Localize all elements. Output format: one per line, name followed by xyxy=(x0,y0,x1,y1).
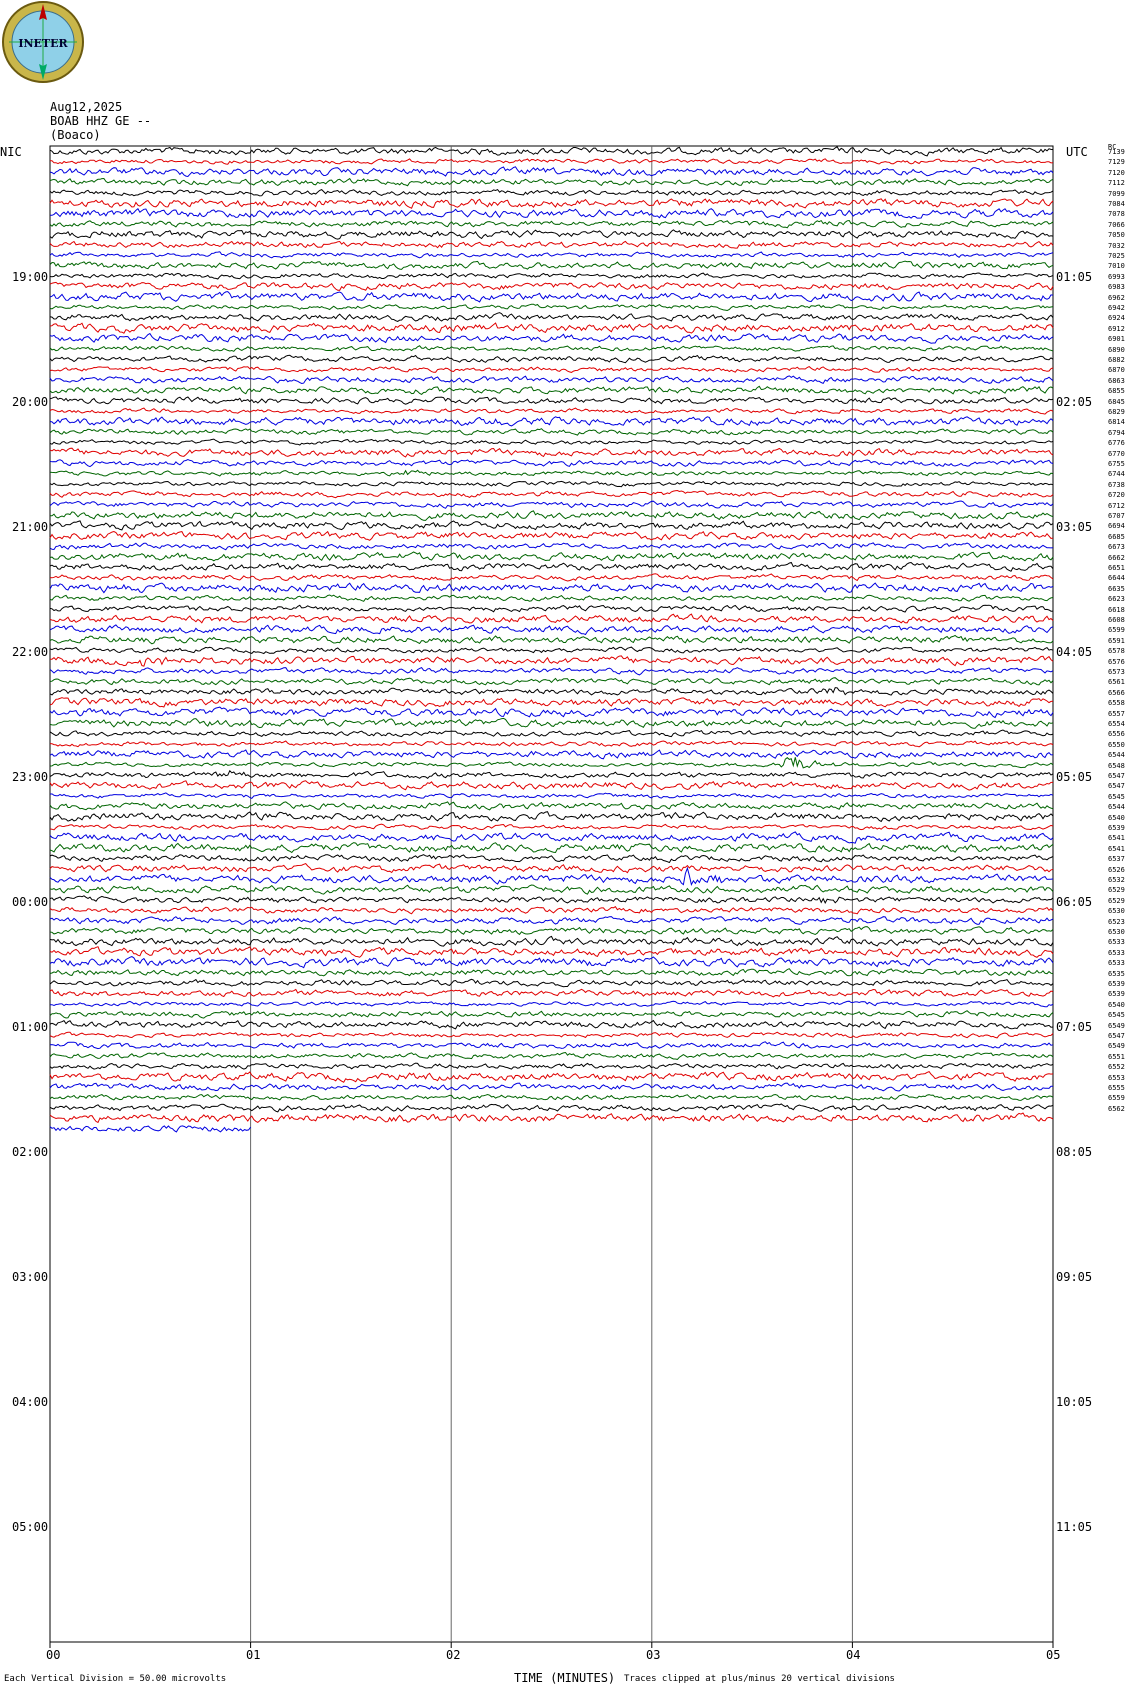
trace-row xyxy=(49,646,1054,655)
trace-row xyxy=(49,792,1054,800)
trace-row xyxy=(49,489,1054,499)
trace-row xyxy=(49,1000,1054,1008)
trace-row xyxy=(49,666,1054,676)
trace-row xyxy=(49,1062,1054,1070)
trace-row xyxy=(49,469,1054,477)
trace-row xyxy=(49,594,1054,602)
trace-row xyxy=(49,354,1054,364)
trace-row xyxy=(49,146,1054,157)
trace-row xyxy=(49,458,1054,468)
trace-row xyxy=(49,447,1054,458)
trace-row xyxy=(49,613,1054,624)
trace-row xyxy=(49,988,1054,998)
trace-row xyxy=(49,978,1054,988)
trace-row xyxy=(49,251,1054,259)
trace-row xyxy=(49,500,1054,509)
trace-row xyxy=(49,480,1054,488)
trace-row xyxy=(49,322,1054,334)
trace-row xyxy=(49,926,1054,936)
trace-row xyxy=(49,706,1054,719)
trace-row xyxy=(49,854,1054,864)
trace-row xyxy=(49,1031,1054,1039)
trace-row xyxy=(49,291,1054,303)
trace-row xyxy=(49,1070,1054,1083)
trace-row xyxy=(49,866,1054,887)
trace-row xyxy=(49,416,1054,427)
trace-row xyxy=(49,749,1054,760)
trace-row xyxy=(49,542,1054,551)
trace-row xyxy=(49,428,1054,436)
trace-row xyxy=(49,207,1054,219)
trace-row xyxy=(49,177,1054,187)
trace-row xyxy=(49,1125,252,1133)
trace-row xyxy=(49,281,1054,291)
trace-row xyxy=(49,1082,1054,1092)
trace-row xyxy=(49,1103,1054,1113)
trace-row xyxy=(49,717,1054,729)
trace-row xyxy=(49,229,1054,240)
trace-row xyxy=(49,166,1054,178)
trace-row xyxy=(49,561,1054,572)
trace-row xyxy=(49,345,1054,352)
trace-row xyxy=(49,1093,1054,1101)
trace-row xyxy=(49,697,1054,708)
trace-row xyxy=(49,757,1054,769)
trace-row xyxy=(49,935,1054,947)
trace-row xyxy=(49,1041,1054,1050)
trace-row xyxy=(49,385,1054,396)
trace-row xyxy=(49,801,1054,811)
trace-row xyxy=(49,1010,1054,1019)
trace-row xyxy=(49,366,1054,373)
helicorder-plot xyxy=(49,145,1054,1648)
trace-row xyxy=(49,884,1054,895)
trace-row xyxy=(49,582,1054,594)
trace-row xyxy=(49,1019,1054,1030)
trace-row xyxy=(49,624,1054,636)
trace-row xyxy=(49,188,1054,197)
trace-row xyxy=(49,407,1054,415)
trace-row xyxy=(49,551,1054,562)
trace-row xyxy=(49,740,1054,748)
trace-row xyxy=(49,303,1054,312)
trace-row xyxy=(49,769,1054,779)
trace-row xyxy=(49,332,1054,344)
trace-row xyxy=(49,530,1054,541)
trace-row xyxy=(49,811,1054,823)
trace-row xyxy=(49,831,1054,844)
trace-row xyxy=(49,573,1054,582)
trace-row xyxy=(49,842,1054,854)
trace-row xyxy=(49,677,1054,686)
trace-row xyxy=(49,219,1054,229)
trace-row xyxy=(49,906,1054,915)
trace-row xyxy=(49,687,1054,696)
trace-row xyxy=(49,198,1054,209)
trace-row xyxy=(49,956,1054,969)
trace-row xyxy=(49,604,1054,613)
trace-row xyxy=(49,272,1054,280)
trace-row xyxy=(49,729,1054,738)
trace-row xyxy=(49,968,1054,977)
trace-row xyxy=(49,312,1054,322)
trace-row xyxy=(49,823,1054,831)
trace-row xyxy=(49,520,1054,531)
trace-row xyxy=(49,375,1054,385)
trace-row xyxy=(50,158,1054,165)
trace-row xyxy=(50,510,1054,521)
trace-row xyxy=(49,438,1054,446)
trace-row xyxy=(49,260,1054,270)
trace-row xyxy=(49,1051,1054,1060)
trace-row xyxy=(49,946,1054,958)
trace-row xyxy=(49,634,1054,645)
trace-row xyxy=(50,655,1054,667)
trace-row xyxy=(49,916,1054,925)
trace-row xyxy=(49,895,1054,905)
trace-row xyxy=(49,240,1054,249)
trace-row xyxy=(49,1112,1054,1124)
trace-row xyxy=(49,863,1054,874)
trace-row xyxy=(49,396,1054,405)
trace-row xyxy=(49,780,1053,791)
